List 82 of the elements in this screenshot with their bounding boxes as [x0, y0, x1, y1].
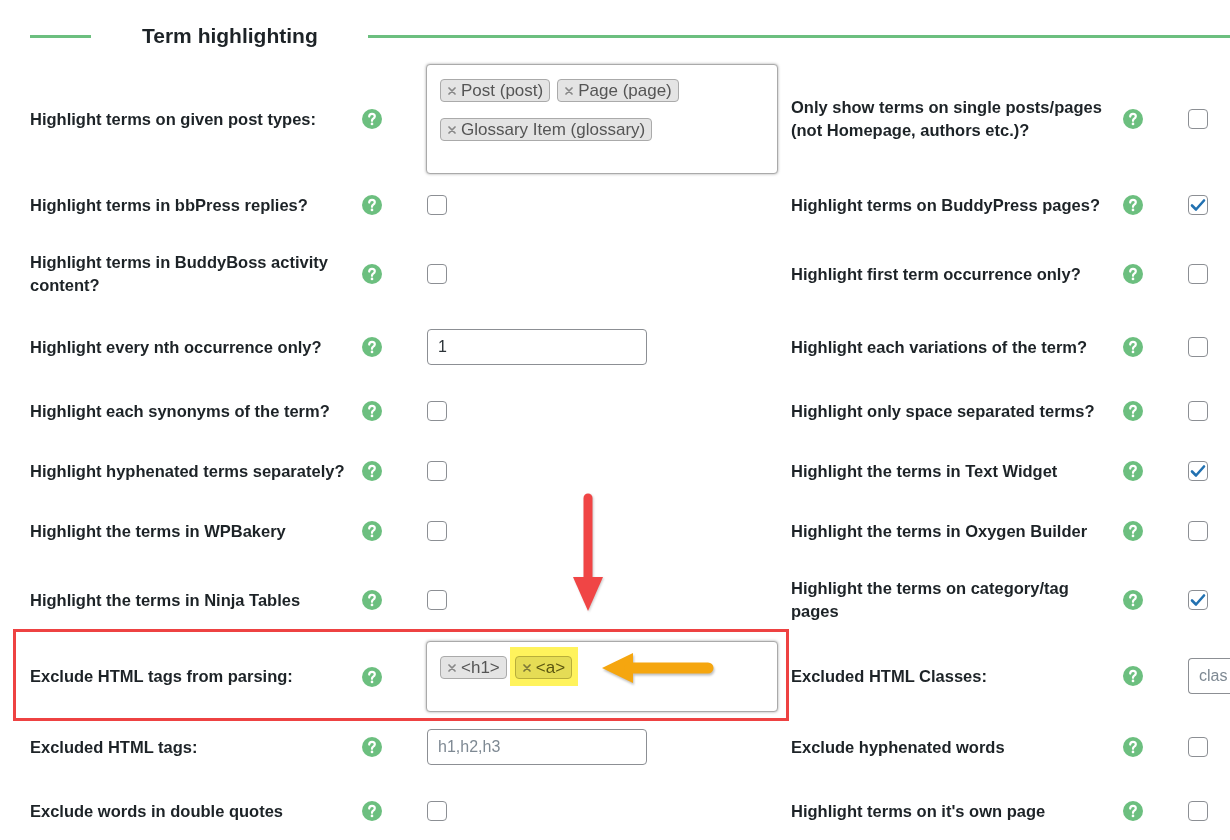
checkbox[interactable] [427, 801, 447, 821]
remove-icon[interactable] [448, 125, 456, 134]
field-label: Exclude HTML tags from parsing: [30, 666, 293, 687]
selected-tag[interactable]: <a> [514, 656, 573, 679]
checkbox[interactable] [427, 590, 447, 610]
help-icon[interactable] [362, 521, 382, 541]
help-icon[interactable] [1123, 521, 1143, 541]
field-label: Highlight first term occurrence only? [791, 263, 1081, 285]
field-label: Highlight terms in bbPress replies? [30, 194, 308, 216]
help-icon[interactable] [362, 801, 382, 821]
field-label: Highlight hyphenated terms separately? [30, 460, 345, 482]
remove-icon[interactable] [522, 663, 531, 672]
tag-select-field[interactable]: Post (post) Page (page) Glossary Item (glossary) [426, 64, 778, 174]
help-icon[interactable] [1123, 590, 1143, 610]
checkbox[interactable] [427, 521, 447, 541]
tag-select-field[interactable]: <h1> <a> [426, 641, 778, 712]
field-label: Highlight the terms in Ninja Tables [30, 589, 301, 611]
field-label: Highlight each variations of the term? [791, 336, 1088, 358]
checkbox[interactable] [1188, 737, 1208, 757]
down-arrow-icon [573, 493, 603, 611]
remove-icon[interactable] [565, 86, 574, 95]
field-label: Highlight the terms on category/tag pages [791, 578, 1070, 622]
help-icon[interactable] [362, 109, 382, 129]
checkbox[interactable] [1188, 401, 1208, 421]
field-label: Highlight the terms in Text Widget [791, 460, 1058, 482]
help-icon[interactable] [1123, 801, 1143, 821]
checkbox[interactable] [1188, 590, 1208, 610]
help-icon[interactable] [1123, 195, 1143, 215]
checkbox[interactable] [1188, 337, 1208, 357]
checkbox[interactable] [427, 195, 447, 215]
field-label: Excluded HTML Classes: [791, 665, 987, 687]
remove-icon[interactable] [448, 86, 456, 95]
checkbox[interactable] [1188, 195, 1208, 215]
checkbox[interactable] [427, 264, 447, 284]
help-icon[interactable] [1123, 337, 1143, 357]
help-icon[interactable] [1123, 264, 1143, 284]
help-icon[interactable] [362, 337, 382, 357]
field-label: Exclude hyphenated words [791, 736, 1005, 758]
help-icon[interactable] [362, 666, 382, 687]
help-icon[interactable] [1123, 737, 1143, 757]
help-icon[interactable] [1123, 108, 1143, 129]
help-icon[interactable] [362, 401, 382, 421]
help-icon[interactable] [362, 590, 382, 610]
field-label: Highlight each synonyms of the term? [30, 400, 330, 422]
help-icon[interactable] [1123, 666, 1143, 686]
field-label: Only show terms on single posts/pages (not Homepage, authors etc.)? [791, 96, 1103, 141]
field-label: Highlight the terms in Oxygen Builder [791, 520, 1088, 542]
help-icon[interactable] [362, 195, 382, 215]
field-label: Highlight terms on it's own page [791, 800, 1046, 822]
field-label: Highlight every nth occurrence only? [30, 336, 322, 358]
field-label: Exclude words in double quotes [30, 800, 284, 822]
text-input[interactable]: 1 [427, 329, 647, 365]
field-label: Highlight only space separated terms? [791, 400, 1095, 422]
help-icon[interactable] [362, 737, 382, 757]
left-arrow-icon [602, 652, 715, 683]
field-label: Excluded HTML tags: [30, 736, 198, 758]
checkmark-icon [1190, 198, 1206, 212]
help-icon[interactable] [362, 461, 382, 481]
checkbox[interactable] [1188, 108, 1208, 129]
selected-tag[interactable]: Post (post) [440, 79, 551, 102]
selected-tag[interactable]: <h1> [440, 656, 507, 679]
selected-tag[interactable]: Page (page) [557, 79, 679, 102]
text-input[interactable]: h1,h2,h3 [427, 729, 647, 765]
checkbox[interactable] [1188, 521, 1208, 541]
help-icon[interactable] [362, 264, 382, 284]
checkmark-icon [1190, 464, 1206, 478]
help-icon[interactable] [1123, 461, 1143, 481]
selected-tag[interactable]: Glossary Item (glossary) [440, 118, 653, 141]
checkmark-icon [1190, 593, 1206, 607]
field-label: Highlight the terms in WPBakery [30, 520, 286, 542]
field-label: Highlight terms on BuddyPress pages? [791, 194, 1100, 216]
section-title: Term highlighting [142, 23, 318, 49]
checkbox[interactable] [1188, 461, 1208, 481]
remove-icon[interactable] [448, 663, 456, 672]
field-label: Highlight terms in BuddyBoss activity content? [30, 252, 329, 296]
checkbox[interactable] [427, 461, 447, 481]
field-label: Highlight terms on given post types: [30, 108, 317, 130]
help-icon[interactable] [1123, 401, 1143, 421]
checkbox[interactable] [427, 401, 447, 421]
checkbox[interactable] [1188, 801, 1208, 821]
text-input[interactable]: clas [1188, 658, 1230, 694]
checkbox[interactable] [1188, 264, 1208, 284]
